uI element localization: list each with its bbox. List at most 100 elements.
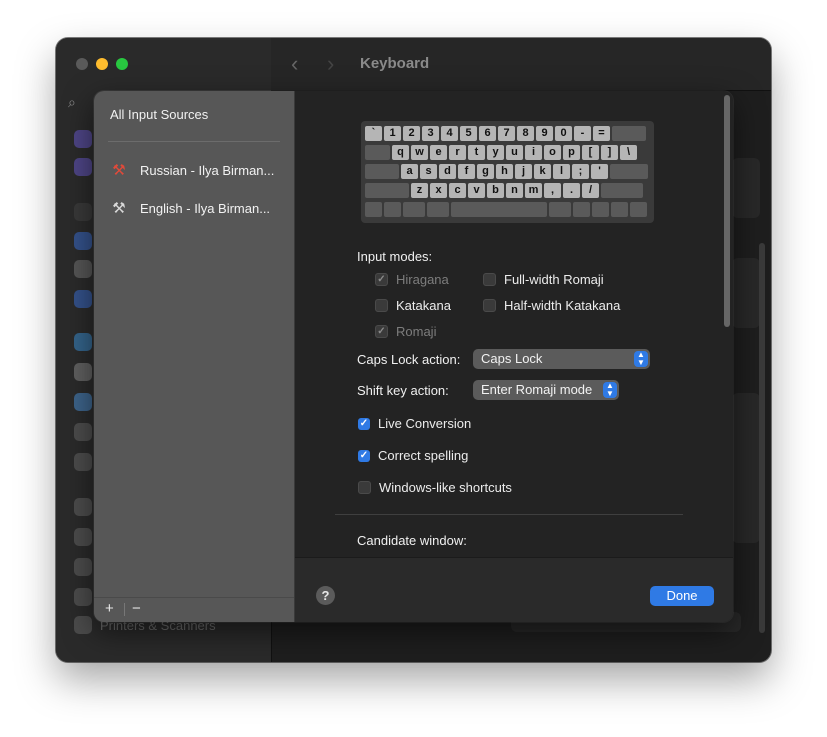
key: 2: [403, 126, 420, 141]
full-width-romaji-checkbox[interactable]: Full-width Romaji: [483, 272, 604, 287]
input-source-list: All Input Sources ⚒ Russian - Ilya Birma…: [94, 91, 295, 622]
zoom-window-button[interactable]: [116, 58, 128, 70]
search-icon[interactable]: ⌕: [68, 94, 76, 111]
key: n: [506, 183, 523, 198]
english-keyboard-icon: ⚒: [112, 200, 126, 217]
key: p: [563, 145, 580, 160]
checkbox-label: Live Conversion: [378, 416, 472, 431]
key: u: [506, 145, 523, 160]
keyboard-row-home: a s d f g h j k l ; ': [365, 164, 650, 181]
source-list-header: All Input Sources: [110, 107, 209, 122]
divider: [124, 603, 125, 616]
katakana-checkbox[interactable]: Katakana: [375, 298, 451, 313]
key: 1: [384, 126, 401, 141]
source-item-russian[interactable]: ⚒ Russian - Ilya Birman...: [108, 158, 284, 182]
key: a: [401, 164, 418, 179]
remove-source-button[interactable]: −: [132, 600, 141, 617]
checkbox-box: [483, 273, 496, 286]
key: 5: [460, 126, 477, 141]
key: [610, 164, 648, 179]
sidebar-app-icon: [74, 260, 92, 278]
keyboard-row-numbers: ` 1 2 3 4 5 6 7 8 9 0 - =: [365, 126, 650, 143]
key: y: [487, 145, 504, 160]
printer-icon: [74, 616, 92, 634]
window-title: Keyboard: [360, 55, 430, 72]
key: x: [430, 183, 447, 198]
key: [573, 202, 590, 217]
caps-lock-action-label: Caps Lock action:: [357, 352, 461, 367]
forward-arrow-icon[interactable]: ›: [327, 51, 334, 77]
key: b: [487, 183, 504, 198]
romaji-checkbox[interactable]: ✓ Romaji: [375, 324, 436, 339]
key: 8: [517, 126, 534, 141]
minimize-window-button[interactable]: [96, 58, 108, 70]
key: [365, 202, 382, 217]
source-item-english[interactable]: ⚒ English - Ilya Birman...: [108, 196, 284, 220]
checkbox-label: Half-width Katakana: [504, 298, 621, 313]
source-item-label: English - Ilya Birman...: [140, 200, 271, 216]
cloud-icon: [74, 393, 92, 411]
sidebar-app-icon: [74, 588, 92, 606]
key: `: [365, 126, 382, 141]
key: m: [525, 183, 542, 198]
hiragana-checkbox[interactable]: ✓ Hiragana: [375, 272, 449, 287]
background-scrollbar[interactable]: [759, 243, 765, 633]
divider: [108, 141, 280, 142]
key: 4: [441, 126, 458, 141]
help-button[interactable]: ?: [316, 586, 335, 605]
close-window-button[interactable]: [76, 58, 88, 70]
key: \: [620, 145, 637, 160]
russian-keyboard-icon: ⚒: [112, 162, 126, 179]
half-width-katakana-checkbox[interactable]: Half-width Katakana: [483, 298, 620, 313]
key: [384, 202, 401, 217]
key: [427, 202, 449, 217]
checkbox-label: Windows-like shortcuts: [379, 480, 512, 495]
settings-scrollbar[interactable]: [724, 95, 730, 327]
key: 3: [422, 126, 439, 141]
sidebar-app-icon: [74, 130, 92, 148]
key: [601, 183, 643, 198]
checkbox-label: Full-width Romaji: [504, 272, 604, 287]
checkbox-box: [358, 481, 371, 494]
input-modes-label: Input modes:: [357, 249, 433, 264]
key: t: [468, 145, 485, 160]
shift-key-action-popup[interactable]: Enter Romaji mode ▲ ▼: [473, 380, 619, 400]
caps-lock-action-popup[interactable]: Caps Lock ▲ ▼: [473, 349, 650, 369]
key: [630, 202, 647, 217]
key: k: [534, 164, 551, 179]
key: s: [420, 164, 437, 179]
back-arrow-icon[interactable]: ‹: [291, 51, 298, 77]
input-source-settings: ` 1 2 3 4 5 6 7 8 9 0 - = q w e r t y u …: [295, 91, 733, 622]
sheet-footer: ? Done: [295, 557, 733, 622]
candidate-window-label: Candidate window:: [357, 533, 467, 548]
sidebar-app-icon: [74, 528, 92, 546]
popup-value: Caps Lock: [481, 351, 543, 366]
checkbox-box: [375, 299, 388, 312]
key: w: [411, 145, 428, 160]
done-button[interactable]: Done: [650, 586, 714, 606]
key: o: [544, 145, 561, 160]
sidebar-app-icon: [74, 363, 92, 381]
key: ;: [572, 164, 589, 179]
sidebar-app-icon: [74, 423, 92, 441]
add-source-button[interactable]: +: [105, 600, 114, 617]
key: r: [449, 145, 466, 160]
key: [612, 126, 646, 141]
windows-like-shortcuts-checkbox[interactable]: Windows-like shortcuts: [358, 480, 512, 495]
sidebar-app-icon: [74, 232, 92, 250]
key: i: [525, 145, 542, 160]
source-item-label: Russian - Ilya Birman...: [140, 162, 275, 178]
live-conversion-checkbox[interactable]: ✓ Live Conversion: [358, 416, 471, 431]
key: d: [439, 164, 456, 179]
checkmark-icon: ✓: [375, 325, 388, 338]
divider: [335, 514, 683, 515]
key: ]: [601, 145, 618, 160]
key: [: [582, 145, 599, 160]
key: [365, 164, 399, 179]
key: 9: [536, 126, 553, 141]
correct-spelling-checkbox[interactable]: ✓ Correct spelling: [358, 448, 468, 463]
key: 7: [498, 126, 515, 141]
background-panel: [732, 393, 760, 543]
key: l: [553, 164, 570, 179]
keyboard-layout-preview: ` 1 2 3 4 5 6 7 8 9 0 - = q w e r t y u …: [361, 121, 654, 223]
